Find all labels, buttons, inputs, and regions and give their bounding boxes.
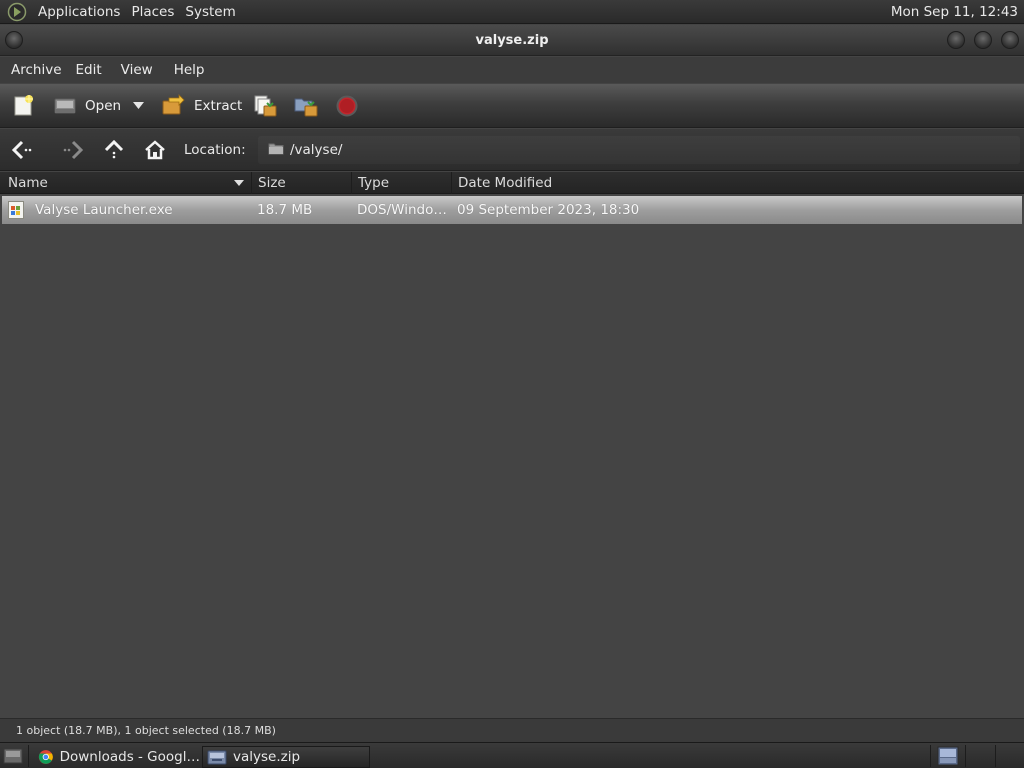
- open-button[interactable]: Open: [53, 94, 121, 118]
- location-bar: Location: /valyse/: [0, 129, 1024, 171]
- exe-file-icon: [8, 201, 24, 219]
- location-field[interactable]: /valyse/: [258, 136, 1020, 164]
- stop-button[interactable]: [336, 94, 358, 118]
- taskbar-separator: [930, 745, 931, 767]
- file-date-modified: 09 September 2023, 18:30: [457, 202, 640, 218]
- taskbar: Downloads - Googl… valyse.zip: [0, 742, 1024, 768]
- column-date-modified[interactable]: Date Modified: [452, 172, 1022, 194]
- close-button[interactable]: [1001, 31, 1019, 49]
- new-archive-icon: [14, 95, 33, 116]
- up-arrow-icon: [104, 139, 124, 159]
- open-label: Open: [85, 98, 122, 114]
- archive-icon: [207, 750, 227, 765]
- add-folder-icon: [294, 98, 318, 117]
- file-type: DOS/Windo…: [357, 202, 447, 218]
- file-list[interactable]: Name Size Type Date Modified Valyse Laun…: [0, 172, 1024, 718]
- forward-button[interactable]: [62, 139, 84, 161]
- column-type-label: Type: [358, 175, 390, 191]
- home-button[interactable]: [144, 139, 166, 161]
- chrome-icon: [38, 750, 53, 764]
- location-label: Location:: [184, 142, 246, 158]
- column-name[interactable]: Name: [2, 172, 252, 194]
- system-logo-icon[interactable]: [7, 2, 27, 22]
- back-arrow-icon: [11, 140, 32, 160]
- clock[interactable]: Mon Sep 11, 12:43: [891, 4, 1018, 20]
- window-titlebar[interactable]: valyse.zip: [0, 25, 1024, 56]
- column-header-row: Name Size Type Date Modified: [0, 172, 1024, 194]
- open-dropdown-arrow-icon[interactable]: [133, 102, 144, 110]
- window-title: valyse.zip: [475, 33, 549, 48]
- taskbar-separator: [965, 745, 966, 767]
- column-type[interactable]: Type: [352, 172, 452, 194]
- extract-icon: [162, 94, 185, 115]
- new-archive-button[interactable]: [12, 94, 36, 118]
- taskbar-item-archive[interactable]: valyse.zip: [202, 746, 370, 768]
- taskbar-separator: [995, 745, 996, 767]
- file-size: 18.7 MB: [257, 202, 313, 218]
- forward-arrow-icon: [63, 140, 84, 160]
- status-text: 1 object (18.7 MB), 1 object selected (1…: [16, 724, 276, 737]
- back-button[interactable]: [11, 139, 33, 161]
- file-name: Valyse Launcher.exe: [35, 202, 173, 218]
- stop-icon: [336, 95, 358, 117]
- toolbar: Open Extract: [0, 84, 1024, 128]
- table-row[interactable]: Valyse Launcher.exe 18.7 MB DOS/Windo… 0…: [2, 196, 1022, 224]
- column-size-label: Size: [258, 175, 286, 191]
- places-menu[interactable]: Places: [127, 4, 178, 20]
- add-files-button[interactable]: [252, 94, 278, 118]
- folder-icon: [268, 143, 284, 155]
- location-path: /valyse/: [290, 142, 343, 158]
- menubar: Archive Edit View Help: [0, 57, 1024, 83]
- maximize-button[interactable]: [974, 31, 992, 49]
- taskbar-item-chrome[interactable]: Downloads - Googl…: [34, 746, 200, 768]
- add-folder-button[interactable]: [293, 94, 319, 118]
- workspace-switcher-icon[interactable]: [937, 746, 959, 766]
- home-icon: [145, 140, 165, 160]
- add-files-icon: [254, 95, 277, 117]
- status-bar: 1 object (18.7 MB), 1 object selected (1…: [0, 718, 1024, 742]
- column-size[interactable]: Size: [252, 172, 352, 194]
- minimize-button[interactable]: [947, 31, 965, 49]
- column-date-label: Date Modified: [458, 175, 553, 191]
- system-menu[interactable]: System: [181, 4, 239, 20]
- menu-edit[interactable]: Edit: [70, 62, 108, 78]
- applications-menu[interactable]: Applications: [34, 4, 124, 20]
- menu-view[interactable]: View: [115, 62, 159, 78]
- show-desktop-icon[interactable]: [3, 747, 23, 765]
- sort-descending-icon: [234, 180, 244, 186]
- menu-archive[interactable]: Archive: [5, 62, 68, 78]
- taskbar-separator: [28, 745, 29, 767]
- extract-button[interactable]: Extract: [161, 94, 242, 118]
- extract-label: Extract: [194, 98, 243, 114]
- open-archive-icon: [54, 98, 76, 114]
- taskbar-item-label: Downloads - Googl…: [59, 749, 200, 765]
- column-name-label: Name: [8, 175, 48, 191]
- taskbar-item-label: valyse.zip: [233, 749, 301, 765]
- menu-help[interactable]: Help: [168, 62, 211, 78]
- up-button[interactable]: [103, 139, 125, 161]
- top-panel: Applications Places System Mon Sep 11, 1…: [0, 0, 1024, 24]
